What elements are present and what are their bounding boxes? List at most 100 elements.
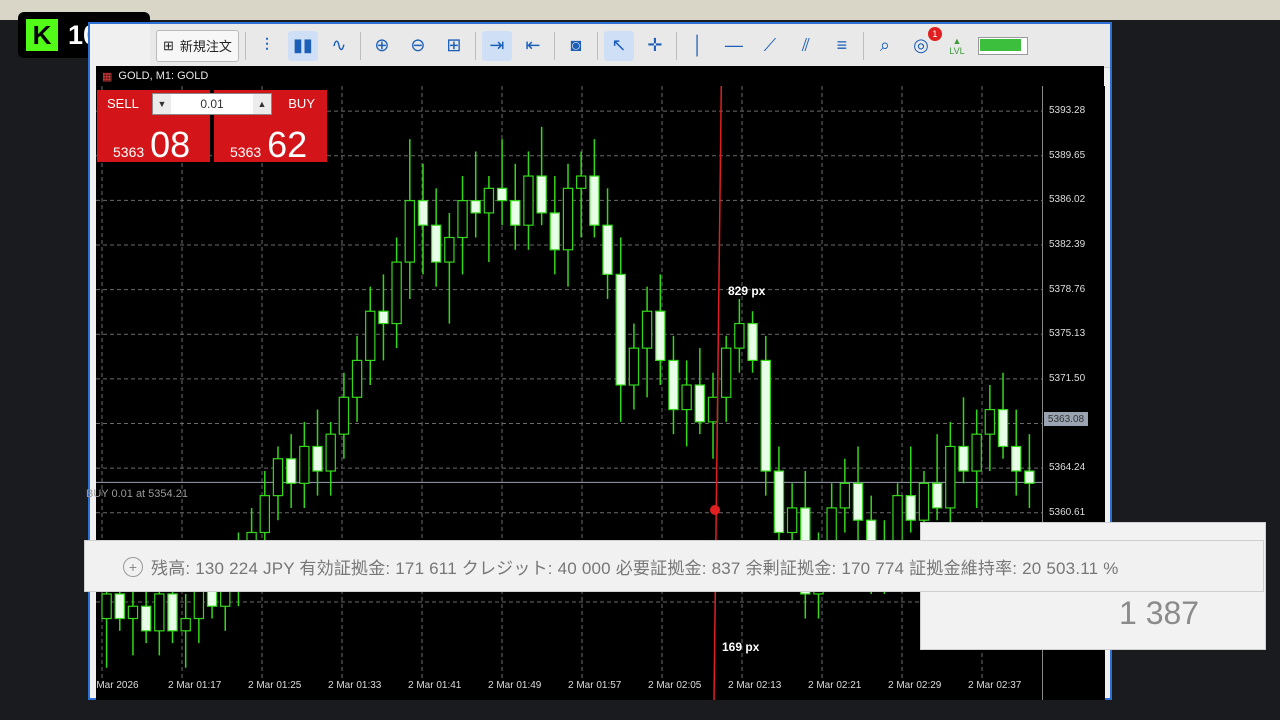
candle-bull [180, 617, 191, 632]
lot-decrease-button[interactable]: ▼ [153, 94, 171, 114]
candle-bear [655, 310, 666, 362]
candle-bull [404, 200, 416, 263]
buy-price-big: 62 [267, 124, 308, 165]
candle-bull [984, 408, 996, 435]
toolbar-separator [244, 31, 246, 60]
candle-bear [536, 175, 547, 214]
candle-bull [892, 495, 903, 546]
alert-count-badge: 1 [927, 26, 942, 41]
candle-bull [365, 310, 376, 362]
candle-bear [760, 359, 771, 472]
x-tick-label: 2 Mar 01:57 [568, 680, 622, 691]
buy-position-label: BUY 0.01 at 5354.21 [86, 488, 188, 500]
level-label: LVL [949, 45, 965, 56]
vertical-line-icon[interactable]: │ [683, 31, 713, 61]
expand-plus-icon[interactable]: + [123, 557, 143, 577]
measure-label-bottom: 169 px [722, 640, 760, 654]
candle-bear [114, 593, 125, 620]
candle-bear [773, 470, 785, 534]
candle-bull [523, 175, 534, 226]
chart-toolbar: ⊞ 新規注文 ⫶ ▮▮ ∿ ⊕ ⊖ ⊞ ⇥ ⇤ ◙ ↖ ✛ │ — ⟋ ⫽ ≡ … [150, 24, 1110, 68]
candle-bull [720, 347, 732, 398]
toolbar-separator [596, 31, 598, 60]
candle-bear [615, 273, 626, 386]
line-chart-icon[interactable]: ∿ [324, 31, 354, 61]
candle-bull [101, 593, 112, 620]
bar-chart-icon[interactable]: ⫶ [252, 31, 282, 61]
candle-bear [602, 224, 613, 275]
level-meter-fill [979, 38, 1022, 51]
x-tick-label: 2 Mar 02:37 [968, 680, 1022, 691]
new-order-icon: ⊞ [163, 37, 174, 53]
candle-bull [971, 433, 982, 472]
monitor-bezel [0, 0, 1280, 20]
tile-windows-icon[interactable]: ⊞ [439, 31, 469, 61]
signal-level-icon[interactable]: ▲ LVL [942, 31, 972, 61]
lot-increase-button[interactable]: ▲ [252, 94, 271, 114]
candle-bull [338, 396, 350, 435]
one-click-trading-panel: SELL 5363 08 BUY 5363 62 ▼ 0.01 ▲ [97, 90, 327, 165]
candle-bear [378, 310, 389, 325]
candle-bull [628, 347, 640, 386]
cursor-icon[interactable]: ↖ [603, 30, 634, 61]
toolbar-separator [359, 31, 361, 60]
candle-bull [918, 482, 930, 521]
candle-bull [575, 175, 587, 189]
candle-bear [285, 458, 297, 484]
y-tick-label: 5386.02 [1049, 194, 1086, 206]
measure-point [710, 505, 720, 515]
candle-bear [694, 384, 706, 423]
candlestick-icon[interactable]: ▮▮ [287, 30, 318, 61]
y-tick-label: 5393.28 [1049, 105, 1086, 117]
y-tick-label: 5371.50 [1049, 372, 1086, 384]
candle-bear [140, 605, 152, 632]
kick-logo-icon: K [26, 19, 58, 51]
search-icon[interactable]: ⌕ [870, 31, 900, 61]
autoscroll-icon[interactable]: ⇥ [481, 30, 512, 61]
candle-bear [470, 200, 481, 214]
fibonacci-icon[interactable]: ≡ [827, 31, 857, 61]
x-tick-label: 2 Mar 01:25 [248, 680, 302, 691]
y-tick-label: 5382.39 [1049, 238, 1086, 250]
candle-bull [259, 495, 271, 534]
horizontal-line-icon[interactable]: — [719, 31, 749, 61]
candle-bear [747, 322, 758, 362]
x-tick-label: 2 Mar 01:17 [168, 680, 222, 691]
candle-bear [417, 200, 429, 226]
crosshair-icon[interactable]: ✛ [640, 31, 670, 61]
toolbar-separator [675, 31, 677, 60]
zoom-in-icon[interactable]: ⊕ [367, 31, 397, 61]
channel-icon[interactable]: ⫽ [791, 31, 821, 61]
sell-price-small: 5363 [113, 144, 145, 160]
x-tick-label: 2 Mar 02:21 [808, 680, 862, 691]
candle-bull [681, 384, 692, 411]
measure-crosshair-line [713, 86, 723, 700]
x-tick-label: 2 Mar 02:05 [648, 680, 702, 691]
candle-bull [127, 605, 139, 620]
candle-bear [905, 495, 916, 521]
lot-size-input[interactable]: ▼ 0.01 ▲ [152, 93, 272, 115]
candle-bear [668, 359, 679, 411]
sell-label: SELL [107, 96, 139, 111]
buy-label: BUY [288, 96, 315, 111]
new-order-button[interactable]: ⊞ 新規注文 [156, 29, 239, 62]
candle-bull [734, 322, 745, 349]
trendline-icon[interactable]: ⟋ [755, 31, 785, 61]
candle-bear [958, 445, 969, 472]
candle-bear [997, 408, 1009, 448]
candle-bull [351, 359, 363, 398]
candle-bear [1011, 445, 1022, 472]
candle-bear [931, 482, 943, 509]
y-tick-label: 5360.61 [1049, 506, 1086, 518]
x-tick-label: 2 Mar 01:49 [488, 680, 542, 691]
chart-shift-icon[interactable]: ⇤ [518, 31, 548, 61]
y-tick-label: 5389.65 [1049, 149, 1086, 161]
candle-bear [510, 200, 521, 226]
candle-bull [457, 200, 468, 239]
zoom-out-icon[interactable]: ⊖ [403, 31, 433, 61]
alert-icon[interactable]: ◎ 1 [906, 26, 942, 61]
screenshot-icon[interactable]: ◙ [561, 31, 591, 61]
chart-grid-icon: ▦ [102, 70, 113, 83]
sell-price-big: 08 [150, 124, 191, 165]
candle-bull [444, 236, 455, 263]
